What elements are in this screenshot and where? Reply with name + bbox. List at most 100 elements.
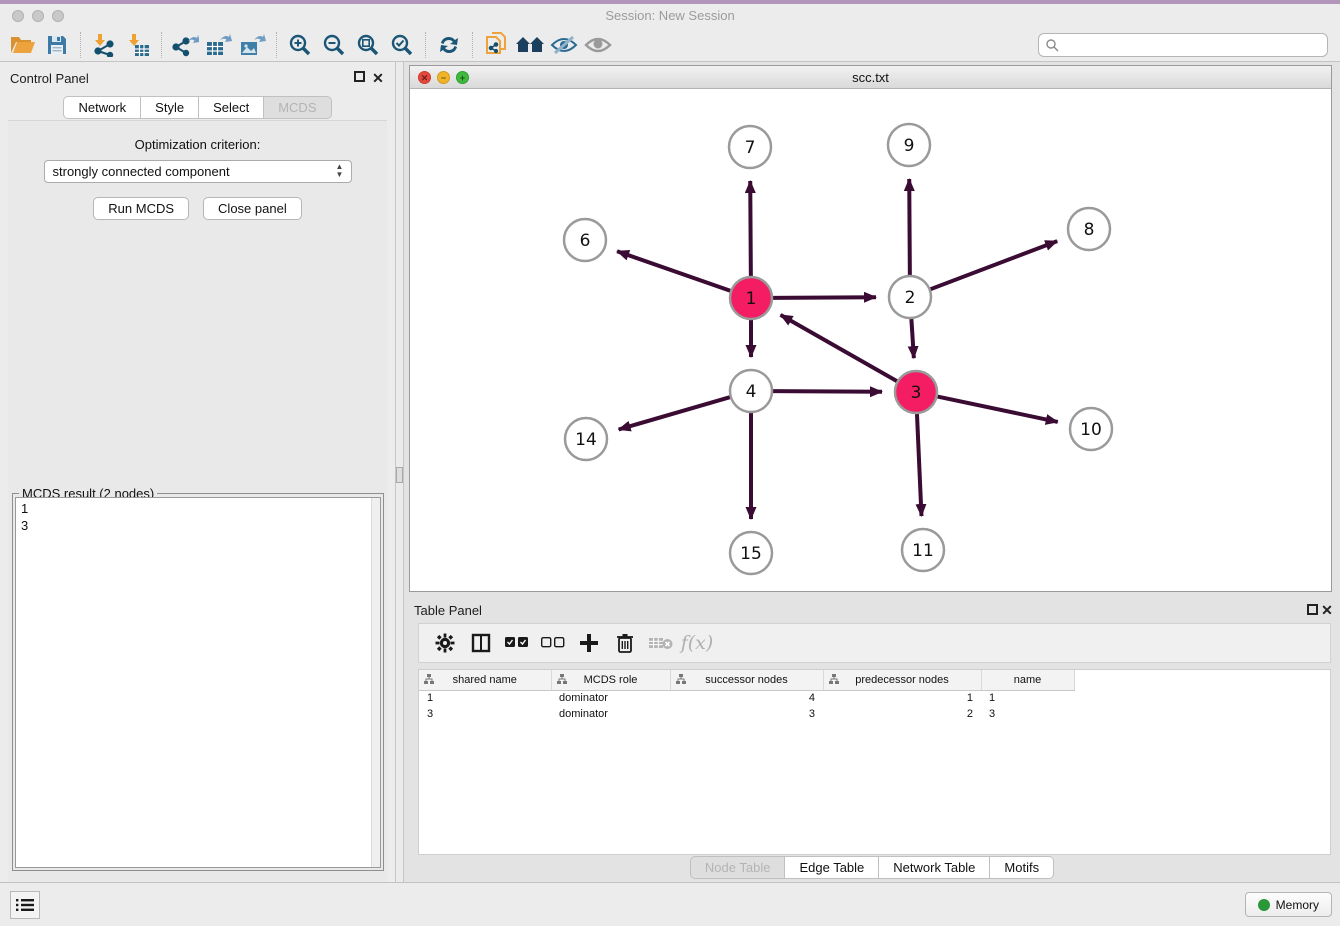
table-cell[interactable]: 3	[670, 706, 823, 722]
table-cell[interactable]: dominator	[551, 706, 670, 722]
tab-style[interactable]: Style	[141, 96, 199, 119]
refresh-layout-button[interactable]	[432, 30, 466, 60]
graph-node-label-3: 3	[911, 383, 922, 403]
zoom-fit-button[interactable]	[351, 30, 385, 60]
tab-mcds[interactable]: MCDS	[264, 96, 331, 119]
graph-node-label-2: 2	[905, 288, 916, 308]
network-window-titlebar[interactable]: ✕ − + scc.txt	[410, 66, 1331, 89]
table-cell[interactable]: 3	[419, 706, 551, 722]
import-network-button[interactable]	[87, 30, 121, 60]
graph-node-label-8: 8	[1084, 220, 1095, 240]
graph-node-label-1: 1	[746, 289, 757, 309]
tab-node-table[interactable]: Node Table	[690, 856, 786, 879]
search-input[interactable]	[1059, 36, 1327, 54]
toolbar-separator	[161, 32, 162, 58]
export-network-icon	[171, 33, 199, 57]
tab-network-table[interactable]: Network Table	[879, 856, 990, 879]
graph-node-label-10: 10	[1080, 420, 1102, 440]
node-table: shared name MCDS role succ	[419, 670, 1075, 722]
optimization-criterion-select[interactable]: strongly connected component ▲▼	[44, 160, 352, 183]
graph-node-label-11: 11	[912, 541, 934, 561]
result-scrollbar[interactable]	[371, 498, 380, 867]
memory-status-icon	[1258, 899, 1270, 911]
show-all-button[interactable]	[581, 30, 615, 60]
export-network-button[interactable]	[168, 30, 202, 60]
search-field[interactable]	[1038, 33, 1328, 57]
memory-button[interactable]: Memory	[1245, 892, 1332, 917]
select-all-button[interactable]	[499, 627, 535, 659]
graph-edge-4-14[interactable]	[619, 397, 730, 429]
create-column-button[interactable]	[571, 627, 607, 659]
show-column-button[interactable]	[463, 627, 499, 659]
toolbar-separator	[80, 32, 81, 58]
tab-motifs[interactable]: Motifs	[990, 856, 1054, 879]
tab-network[interactable]: Network	[63, 96, 141, 119]
network-canvas[interactable]: 7968124314101511	[410, 89, 1331, 591]
network-graph[interactable]: 7968124314101511	[410, 89, 1331, 591]
show-all-icon	[584, 34, 612, 56]
table-cell[interactable]: 1	[419, 690, 551, 706]
graph-edge-3-11[interactable]	[917, 414, 922, 516]
delete-column-button[interactable]	[607, 627, 643, 659]
graph-edge-1-2[interactable]	[773, 297, 876, 298]
first-neighbors-button[interactable]	[513, 30, 547, 60]
table-cell[interactable]: 1	[981, 690, 1074, 706]
graph-edge-4-3[interactable]	[773, 391, 882, 392]
export-table-icon	[205, 33, 233, 57]
toolbar-separator	[472, 32, 473, 58]
graph-edge-2-9[interactable]	[909, 179, 910, 275]
zoom-in-button[interactable]	[283, 30, 317, 60]
export-image-button[interactable]	[236, 30, 270, 60]
graph-edge-2-3[interactable]	[911, 319, 913, 358]
import-network-icon	[91, 33, 117, 57]
column-header-name[interactable]: name	[981, 670, 1074, 690]
save-session-icon	[46, 34, 68, 56]
new-network-from-selection-button[interactable]	[479, 30, 513, 60]
table-settings-button[interactable]	[427, 627, 463, 659]
hide-selected-icon	[550, 34, 578, 56]
table-row[interactable]: 3dominator323	[419, 706, 1074, 722]
function-builder-button[interactable]: f(x)	[679, 627, 715, 659]
graph-edge-3-10[interactable]	[938, 397, 1058, 422]
delete-table-button[interactable]	[643, 627, 679, 659]
close-panel-icon[interactable]: ✕	[371, 71, 385, 85]
open-file-button[interactable]	[6, 30, 40, 60]
task-history-button[interactable]	[10, 891, 40, 919]
delete-table-icon	[648, 635, 674, 651]
workspace-area: ✕ − + scc.txt 7968124314101511 Table Pan…	[404, 62, 1340, 882]
float-panel-icon[interactable]	[354, 71, 365, 82]
tab-select[interactable]: Select	[199, 96, 264, 119]
column-header-mcds-role[interactable]: MCDS role	[551, 670, 670, 690]
export-table-button[interactable]	[202, 30, 236, 60]
hide-selected-button[interactable]	[547, 30, 581, 60]
run-mcds-button[interactable]: Run MCDS	[93, 197, 189, 220]
import-table-button[interactable]	[121, 30, 155, 60]
zoom-selected-button[interactable]	[385, 30, 419, 60]
table-panel: Table Panel ✕	[404, 597, 1340, 882]
panel-splitter[interactable]	[395, 62, 404, 882]
deselect-all-button[interactable]	[535, 627, 571, 659]
table-float-icon[interactable]	[1307, 604, 1318, 615]
table-cell[interactable]: dominator	[551, 690, 670, 706]
graph-edge-1-6[interactable]	[617, 251, 730, 291]
close-panel-button[interactable]: Close panel	[203, 197, 302, 220]
column-header-predecessor-nodes[interactable]: predecessor nodes	[823, 670, 981, 690]
graph-edge-2-8[interactable]	[931, 241, 1058, 289]
graph-edge-1-7[interactable]	[750, 181, 751, 276]
table-row[interactable]: 1dominator411	[419, 690, 1074, 706]
mcds-result-box[interactable]: 13	[15, 497, 381, 868]
table-close-icon[interactable]: ✕	[1320, 603, 1334, 617]
zoom-out-button[interactable]	[317, 30, 351, 60]
column-header-successor-nodes[interactable]: successor nodes	[670, 670, 823, 690]
save-session-button[interactable]	[40, 30, 74, 60]
graph-edge-3-1[interactable]	[781, 315, 897, 381]
mcds-panel: Optimization criterion: strongly connect…	[8, 120, 387, 882]
table-cell[interactable]: 4	[670, 690, 823, 706]
tab-edge-table[interactable]: Edge Table	[785, 856, 879, 879]
splitter-grip[interactable]	[396, 467, 403, 483]
create-column-icon	[579, 633, 599, 653]
table-cell[interactable]: 2	[823, 706, 981, 722]
column-header-shared-name[interactable]: shared name	[419, 670, 551, 690]
table-cell[interactable]: 3	[981, 706, 1074, 722]
table-cell[interactable]: 1	[823, 690, 981, 706]
